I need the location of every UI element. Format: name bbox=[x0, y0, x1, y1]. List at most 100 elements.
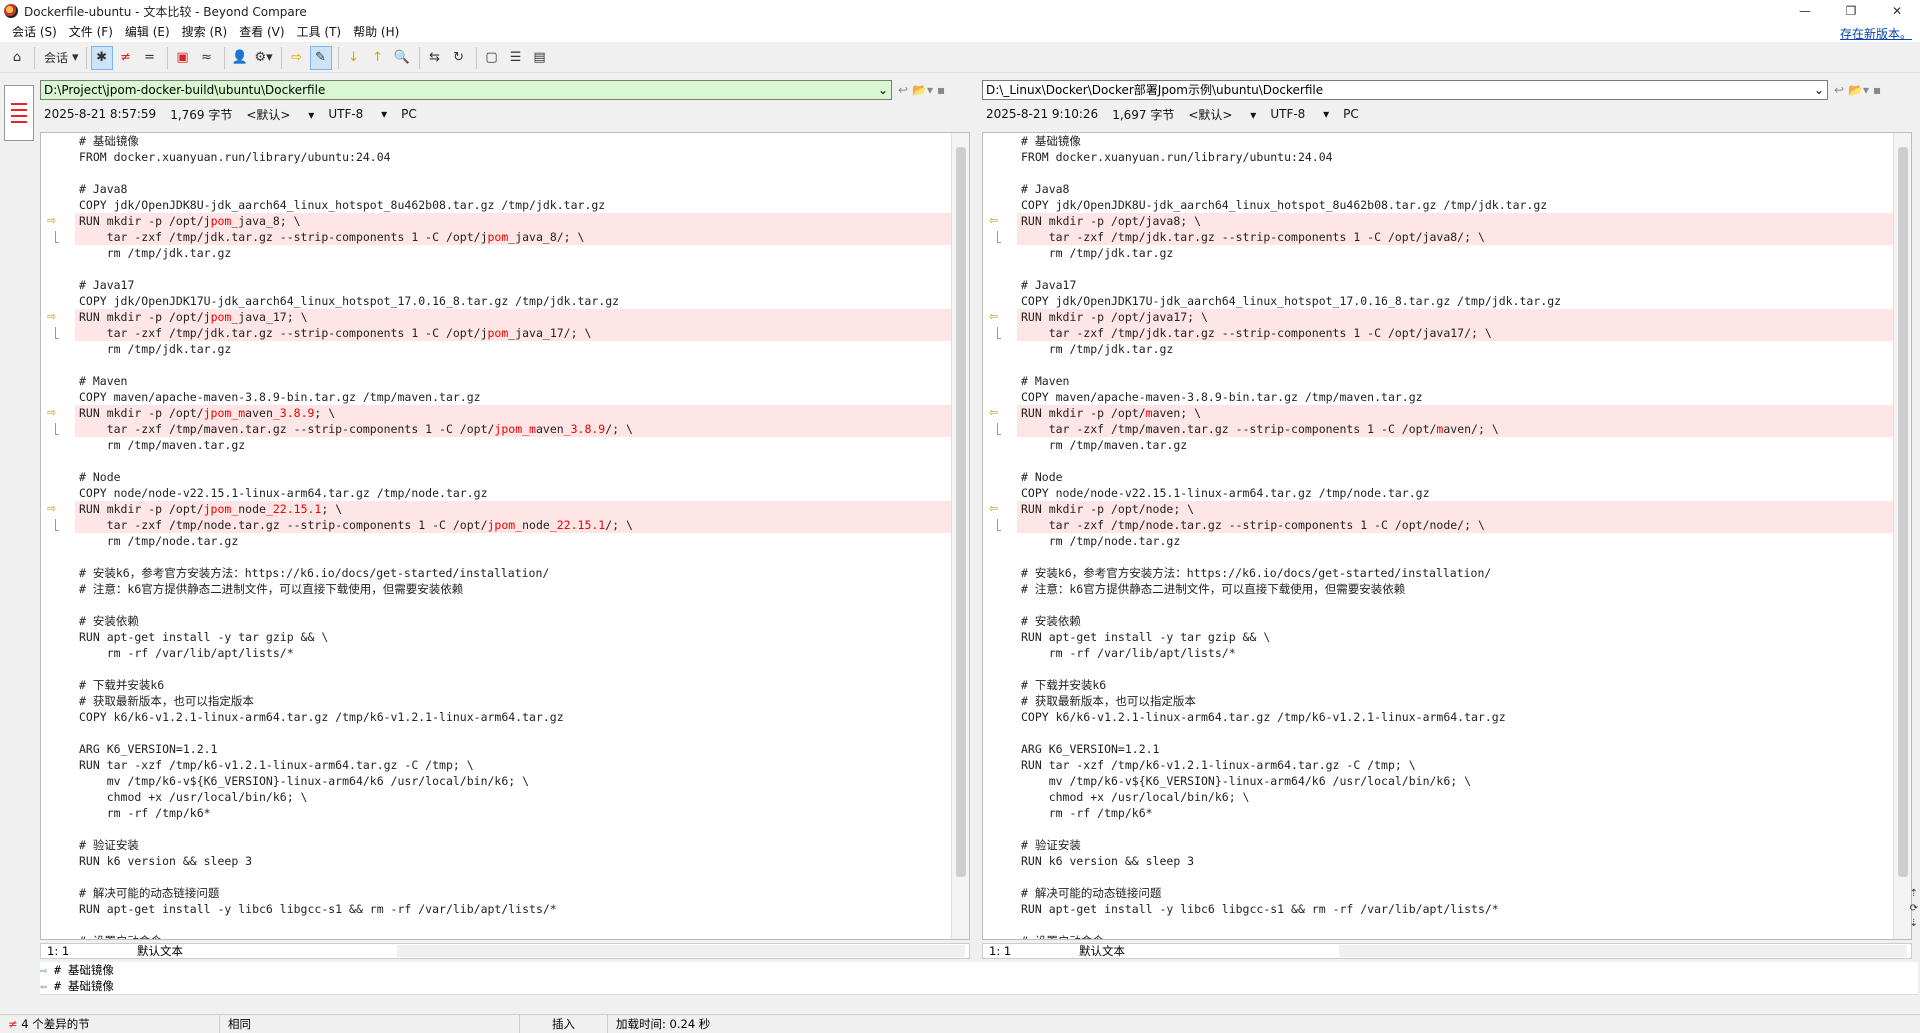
code-line[interactable] bbox=[1017, 261, 1893, 277]
code-line[interactable]: # 获取最新版本，也可以指定版本 bbox=[75, 693, 951, 709]
code-line[interactable]: rm -rf /var/lib/apt/lists/* bbox=[75, 645, 951, 661]
history-icon[interactable]: ↩ bbox=[1834, 83, 1844, 97]
code-line[interactable]: RUN mkdir -p /opt/java8; \ bbox=[1017, 213, 1893, 229]
code-line[interactable]: chmod +x /usr/local/bin/k6; \ bbox=[75, 789, 951, 805]
menu-session[interactable]: 会话 (S) bbox=[6, 22, 63, 42]
code-line[interactable]: rm -rf /tmp/k6* bbox=[75, 805, 951, 821]
home-icon[interactable]: ⌂ bbox=[6, 46, 28, 70]
minimize-button[interactable]: — bbox=[1782, 0, 1828, 22]
code-line[interactable]: # Node bbox=[1017, 469, 1893, 485]
code-line[interactable] bbox=[75, 165, 951, 181]
code-line[interactable]: rm /tmp/jdk.tar.gz bbox=[1017, 245, 1893, 261]
code-line[interactable]: rm /tmp/maven.tar.gz bbox=[1017, 437, 1893, 453]
code-line[interactable]: mv /tmp/k6-v${K6_VERSION}-linux-arm64/k6… bbox=[75, 773, 951, 789]
code-line[interactable]: FROM docker.xuanyuan.run/library/ubuntu:… bbox=[1017, 149, 1893, 165]
code-line[interactable]: RUN mkdir -p /opt/maven; \ bbox=[1017, 405, 1893, 421]
approx-button[interactable]: ≈ bbox=[196, 46, 218, 70]
code-line[interactable] bbox=[75, 821, 951, 837]
code-line[interactable] bbox=[1017, 357, 1893, 373]
code-line[interactable]: # 安装k6，参考官方安装方法：https://k6.io/docs/get-s… bbox=[1017, 565, 1893, 581]
code-line[interactable]: COPY node/node-v22.15.1-linux-arm64.tar.… bbox=[1017, 485, 1893, 501]
code-line[interactable] bbox=[75, 725, 951, 741]
menu-file[interactable]: 文件 (F) bbox=[63, 22, 119, 42]
code-line[interactable]: rm /tmp/jdk.tar.gz bbox=[75, 341, 951, 357]
menu-tools[interactable]: 工具 (T) bbox=[291, 22, 348, 42]
code-line[interactable]: COPY jdk/OpenJDK8U-jdk_aarch64_linux_hot… bbox=[1017, 197, 1893, 213]
code-line[interactable]: FROM docker.xuanyuan.run/library/ubuntu:… bbox=[75, 149, 951, 165]
chevron-down-icon[interactable]: ⌄ bbox=[1814, 81, 1824, 99]
code-line[interactable] bbox=[75, 453, 951, 469]
code-line[interactable]: # 验证安装 bbox=[75, 837, 951, 853]
next-diff-icon[interactable]: ↓ bbox=[343, 46, 365, 70]
code-line[interactable]: tar -zxf /tmp/jdk.tar.gz --strip-compone… bbox=[75, 229, 951, 245]
code-line[interactable] bbox=[75, 917, 951, 933]
copy-left-arrow-icon[interactable]: ⇦ bbox=[989, 309, 998, 325]
code-line[interactable]: tar -zxf /tmp/jdk.tar.gz --strip-compone… bbox=[1017, 229, 1893, 245]
copy-right-arrow-icon[interactable]: ⇨ bbox=[47, 213, 56, 229]
sync-icon[interactable]: ⟳ bbox=[1910, 903, 1918, 914]
code-line[interactable]: # 下载并安装k6 bbox=[75, 677, 951, 693]
left-text-pane[interactable]: ⇨ ⇨ ⇨ ⇨ # 基础镜像 FROM docker.xuanyuan.run/libr… bbox=[40, 132, 970, 940]
copy-right-arrow-icon[interactable]: ⇨ bbox=[47, 309, 56, 325]
code-line[interactable]: # 下载并安装k6 bbox=[1017, 677, 1893, 693]
save-icon[interactable]: ▪ bbox=[1873, 83, 1881, 97]
left-horizontal-scrollbar[interactable] bbox=[397, 945, 965, 957]
code-line[interactable]: mv /tmp/k6-v${K6_VERSION}-linux-arm64/k6… bbox=[1017, 773, 1893, 789]
rules-icon[interactable]: ▣ bbox=[172, 46, 194, 70]
right-path-input[interactable]: D:\_Linux\Docker\Docker部署Jpom示例\ubuntu\D… bbox=[982, 80, 1828, 100]
code-line[interactable] bbox=[1017, 597, 1893, 613]
code-line[interactable]: COPY jdk/OpenJDK8U-jdk_aarch64_linux_hot… bbox=[75, 197, 951, 213]
menu-view[interactable]: 查看 (V) bbox=[233, 22, 290, 42]
code-line[interactable]: RUN k6 version && sleep 3 bbox=[1017, 853, 1893, 869]
code-line[interactable]: rm /tmp/jdk.tar.gz bbox=[1017, 341, 1893, 357]
code-line[interactable]: ARG K6_VERSION=1.2.1 bbox=[75, 741, 951, 757]
right-text-pane[interactable]: ⇦ ⇦ ⇦ ⇦ # 基础镜像 FROM docker.xuanyuan.run/libr… bbox=[982, 132, 1912, 940]
code-line[interactable]: # Java17 bbox=[75, 277, 951, 293]
code-line[interactable]: # Java8 bbox=[75, 181, 951, 197]
code-line[interactable]: RUN mkdir -p /opt/java17; \ bbox=[1017, 309, 1893, 325]
code-line[interactable]: RUN mkdir -p /opt/jpom_java_17; \ bbox=[75, 309, 951, 325]
code-line[interactable]: COPY k6/k6-v1.2.1-linux-arm64.tar.gz /tm… bbox=[1017, 709, 1893, 725]
code-line[interactable]: RUN mkdir -p /opt/node; \ bbox=[1017, 501, 1893, 517]
copy-left-arrow-icon[interactable]: ⇦ bbox=[989, 405, 998, 421]
code-line[interactable]: rm -rf /tmp/k6* bbox=[1017, 805, 1893, 821]
code-line[interactable]: RUN tar -xzf /tmp/k6-v1.2.1-linux-arm64.… bbox=[1017, 757, 1893, 773]
code-line[interactable]: # Maven bbox=[1017, 373, 1893, 389]
page-icon[interactable]: ▢ bbox=[481, 46, 503, 70]
show-same-button[interactable]: = bbox=[139, 46, 161, 70]
code-line[interactable] bbox=[1017, 869, 1893, 885]
list-icon[interactable]: ☰ bbox=[505, 46, 527, 70]
left-path-input[interactable]: D:\Project\jpom-docker-build\ubuntu\Dock… bbox=[40, 80, 892, 100]
code-line[interactable]: # 解决可能的动态链接问题 bbox=[75, 885, 951, 901]
code-line[interactable]: RUN mkdir -p /opt/jpom_maven_3.8.9; \ bbox=[75, 405, 951, 421]
copy-left-arrow-icon[interactable]: ⇦ bbox=[989, 213, 998, 229]
menu-search[interactable]: 搜索 (R) bbox=[176, 22, 234, 42]
open-folder-icon[interactable]: 📂▾ bbox=[912, 83, 933, 97]
code-line[interactable]: # 安装依赖 bbox=[1017, 613, 1893, 629]
code-line[interactable]: tar -zxf /tmp/node.tar.gz --strip-compon… bbox=[1017, 517, 1893, 533]
refresh-icon[interactable]: ↻ bbox=[448, 46, 470, 70]
session-button[interactable]: 会话 ▾ bbox=[39, 46, 80, 70]
code-line[interactable]: # 安装k6，参考官方安装方法：https://k6.io/docs/get-s… bbox=[75, 565, 951, 581]
maximize-button[interactable]: ❐ bbox=[1828, 0, 1874, 22]
code-line[interactable]: # Maven bbox=[75, 373, 951, 389]
code-line[interactable]: rm /tmp/maven.tar.gz bbox=[75, 437, 951, 453]
code-line[interactable]: # 注意：k6官方提供静态二进制文件，可以直接下载使用，但需要安装依赖 bbox=[75, 581, 951, 597]
left-code[interactable]: # 基础镜像 FROM docker.xuanyuan.run/library/u… bbox=[75, 133, 951, 939]
right-horizontal-scrollbar[interactable] bbox=[1339, 945, 1907, 957]
code-line[interactable]: # Node bbox=[75, 469, 951, 485]
code-line[interactable]: rm /tmp/jdk.tar.gz bbox=[75, 245, 951, 261]
code-line[interactable]: tar -zxf /tmp/maven.tar.gz --strip-compo… bbox=[75, 421, 951, 437]
code-line[interactable]: RUN apt-get install -y libc6 libgcc-s1 &… bbox=[75, 901, 951, 917]
code-line[interactable]: # 基础镜像 bbox=[75, 133, 951, 149]
code-line[interactable] bbox=[75, 357, 951, 373]
save-icon[interactable]: ▪ bbox=[937, 83, 945, 97]
code-line[interactable]: RUN apt-get install -y tar gzip && \ bbox=[75, 629, 951, 645]
code-line[interactable]: RUN mkdir -p /opt/jpom_java_8; \ bbox=[75, 213, 951, 229]
right-lineend[interactable]: PC bbox=[1343, 107, 1359, 121]
code-line[interactable]: # 安装依赖 bbox=[75, 613, 951, 629]
right-code[interactable]: # 基础镜像 FROM docker.xuanyuan.run/library/u… bbox=[1017, 133, 1893, 939]
code-line[interactable]: ARG K6_VERSION=1.2.1 bbox=[1017, 741, 1893, 757]
code-line[interactable]: RUN k6 version && sleep 3 bbox=[75, 853, 951, 869]
code-line[interactable] bbox=[1017, 725, 1893, 741]
